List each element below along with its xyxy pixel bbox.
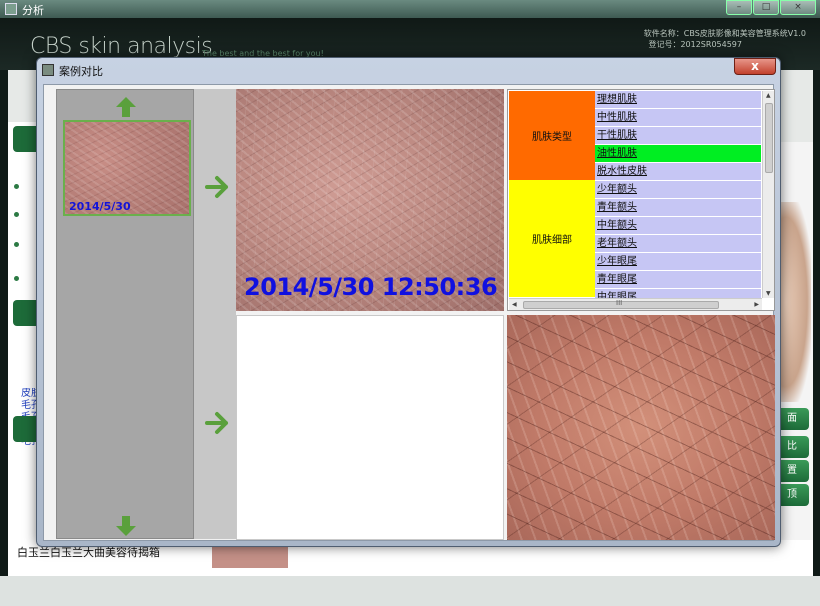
category-skin-type: 肌肤类型 <box>509 91 595 180</box>
separator-column <box>194 89 236 539</box>
main-image-date: 2014/5/30 12:50:36 <box>244 273 498 301</box>
main-titlebar: 分析 – □ × <box>0 0 820 18</box>
main-skin-image[interactable]: 2014/5/30 12:50:36 <box>236 89 504 311</box>
option-item[interactable]: 少年眼尾 <box>595 253 761 271</box>
option-item[interactable]: 干性肌肤 <box>595 127 761 145</box>
history-column: 2014/5/30 12:50:36 <box>56 89 194 539</box>
detail-skin-image[interactable] <box>507 315 775 540</box>
option-item[interactable]: 青年眼尾 <box>595 271 761 289</box>
arrow-up-icon[interactable] <box>115 96 137 118</box>
software-name: 软件名称：CBS皮肤影像和美容管理系统V1.0 <box>643 29 806 38</box>
arrow-down-icon[interactable] <box>115 515 137 537</box>
option-item[interactable]: 中性肌肤 <box>595 109 761 127</box>
category-skin-detail: 肌肤细部 <box>509 180 595 297</box>
register-number: 登记号：2012SR054597 <box>648 40 742 49</box>
vertical-scroll-thumb[interactable] <box>765 103 773 173</box>
option-item[interactable]: 理想肌肤 <box>595 91 761 109</box>
maximize-icon[interactable]: □ <box>753 0 779 15</box>
taskbar <box>0 576 820 606</box>
dialog-title: 案例对比 <box>59 65 103 78</box>
option-item[interactable]: 老年额头 <box>595 235 761 253</box>
arrow-right-icon[interactable] <box>204 411 230 435</box>
option-item[interactable]: 中年眼尾 <box>595 289 761 298</box>
dialog-body: 2014/5/30 12:50:36 2014/5/30 12:50:36 肌肤… <box>43 84 775 541</box>
option-item-selected[interactable]: 油性肌肤 <box>595 145 761 163</box>
history-thumbnail[interactable]: 2014/5/30 12:50:36 <box>63 120 191 216</box>
scroll-up-icon[interactable]: ▲ <box>766 92 771 99</box>
scroll-grip-icon: III <box>616 299 623 307</box>
option-item[interactable]: 青年额头 <box>595 199 761 217</box>
dialog-titlebar: 案例对比 x <box>37 58 780 82</box>
vertical-scrollbar[interactable]: ▲ ▼ <box>762 91 774 298</box>
option-item[interactable]: 中年额头 <box>595 217 761 235</box>
compare-dialog: 案例对比 x 2014/5/30 12:50:36 20 <box>36 57 781 547</box>
scroll-left-icon[interactable]: ◀ <box>512 301 517 308</box>
dialog-close-button[interactable]: x <box>734 58 776 75</box>
scroll-down-icon[interactable]: ▼ <box>766 290 771 297</box>
bullet-icon <box>14 184 19 189</box>
history-thumbnail-date: 2014/5/30 12:50:36 <box>69 200 131 214</box>
bullet-icon <box>14 276 19 281</box>
bullet-icon <box>14 242 19 247</box>
analysis-panel: 肌肤类型 肌肤细部 理想肌肤 中性肌肤 干性肌肤 油性肌肤 脱水性皮肤 少年额头… <box>507 89 775 311</box>
arrow-right-icon[interactable] <box>204 175 230 199</box>
bullet-icon <box>14 212 19 217</box>
option-list: 理想肌肤 中性肌肤 干性肌肤 油性肌肤 脱水性皮肤 少年额头 青年额头 中年额头… <box>595 91 761 298</box>
dialog-app-icon <box>42 64 54 76</box>
option-item[interactable]: 少年额头 <box>595 181 761 199</box>
horizontal-scroll-thumb[interactable]: III <box>523 299 719 309</box>
minimize-icon[interactable]: – <box>726 0 752 15</box>
main-window-title: 分析 <box>22 4 44 17</box>
brand-logo: CBS skin analysis <box>30 34 213 59</box>
close-icon[interactable]: × <box>780 0 816 15</box>
compare-image-slot[interactable] <box>236 315 504 540</box>
app-icon <box>5 3 17 15</box>
scroll-right-icon[interactable]: ▶ <box>754 301 759 308</box>
option-item[interactable]: 脱水性皮肤 <box>595 163 761 181</box>
horizontal-scrollbar[interactable]: ◀ III ▶ <box>509 298 762 310</box>
